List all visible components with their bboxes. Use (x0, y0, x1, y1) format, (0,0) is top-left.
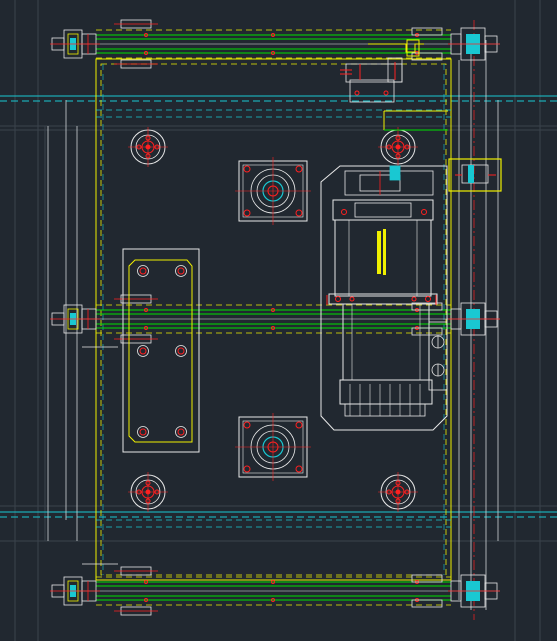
cad-drawing (0, 0, 557, 641)
cad-drawing-area[interactable] (0, 0, 557, 641)
